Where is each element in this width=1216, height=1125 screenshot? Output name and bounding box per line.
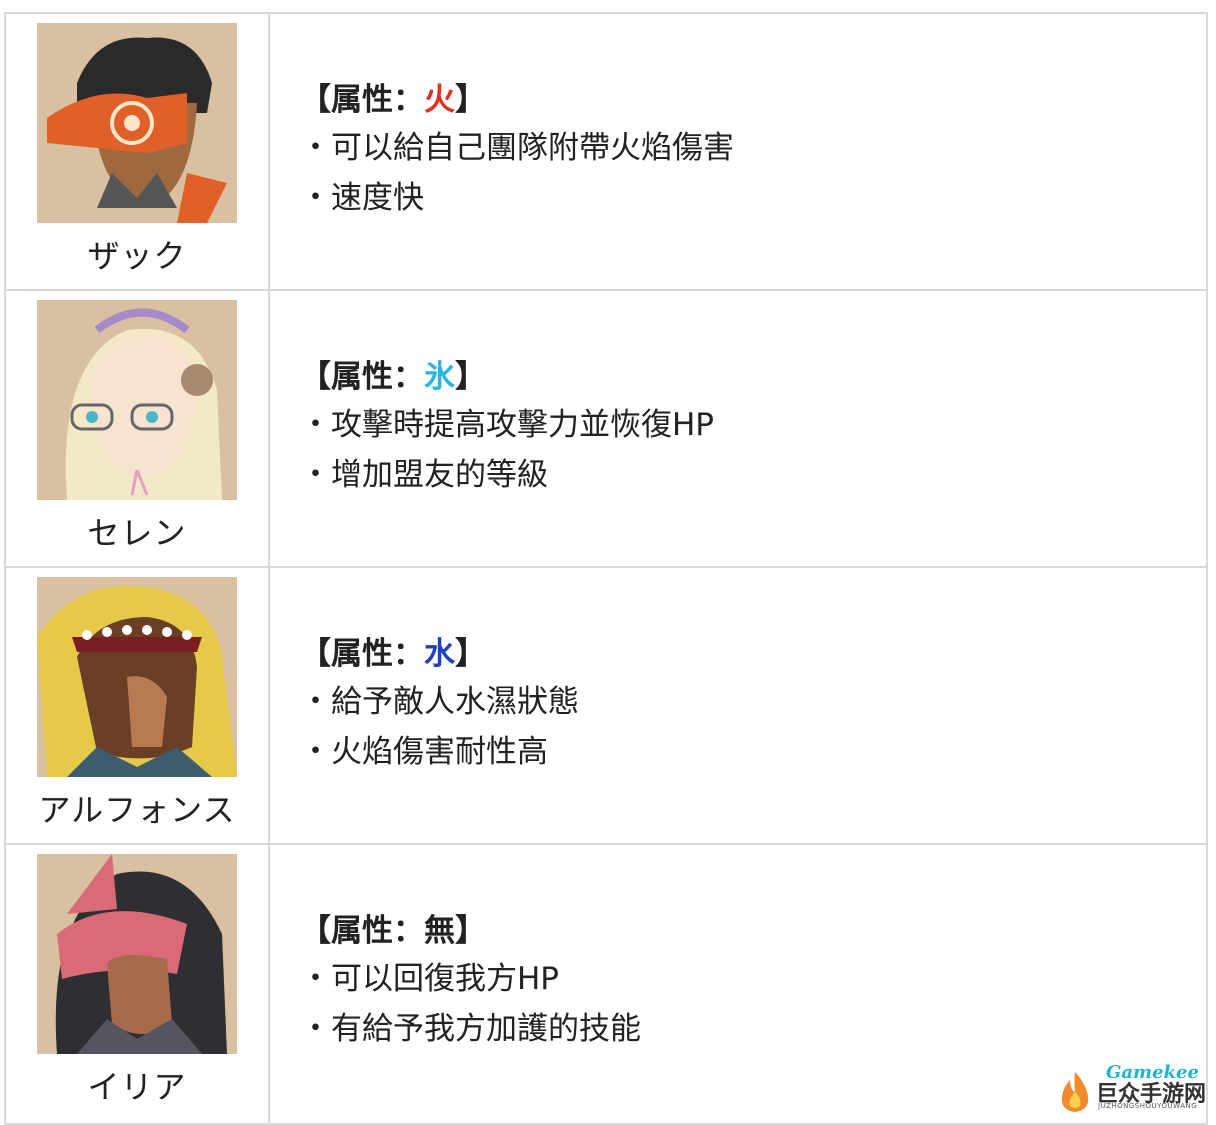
portrait-iria [37,854,237,1054]
site-watermark: Gamekee 巨众手游网 JUZHONGSHOUYOUWANG [1056,1062,1206,1114]
attribute-value: 無 [424,913,455,949]
attribute-label: 【属性： [300,82,424,118]
character-name: セレン [87,514,186,552]
attribute-label: 【属性： [300,359,424,395]
trait-item: ・攻擊時提高攻擊力並恢復HP [300,405,1206,445]
trait-item: ・增加盟友的等級 [300,455,1206,495]
character-cell: イリア [6,845,270,1123]
attribute-line: 【属性：無】 [300,911,1206,951]
description-cell: 【属性：氷】 ・攻擊時提高攻擊力並恢復HP ・增加盟友的等級 [270,291,1208,566]
character-name: ザック [87,237,186,275]
trait-item: ・速度快 [300,178,1206,218]
character-cell: セレン [6,291,270,566]
attribute-label: 【属性： [300,636,424,672]
trait-item: ・有給予我方加護的技能 [300,1009,1206,1049]
character-table: ザック 【属性：火】 ・可以給自己團隊附帶火焰傷害 ・速度快 [4,12,1208,1125]
character-cell: ザック [6,14,270,289]
table-row: セレン 【属性：氷】 ・攻擊時提高攻擊力並恢復HP ・增加盟友的等級 [6,291,1208,568]
attribute-bracket: 】 [455,636,486,672]
character-name: アルフォンス [38,791,235,829]
trait-item: ・可以給自己團隊附帶火焰傷害 [300,128,1206,168]
attribute-line: 【属性：火】 [300,80,1206,120]
description-cell: 【属性：火】 ・可以給自己團隊附帶火焰傷害 ・速度快 [270,14,1208,289]
character-name: イリア [87,1068,186,1106]
table-row: イリア 【属性：無】 ・可以回復我方HP ・有給予我方加護的技能 [6,845,1208,1125]
trait-item: ・給予敵人水濕狀態 [300,682,1206,722]
attribute-value: 氷 [424,359,455,395]
description-cell: 【属性：水】 ・給予敵人水濕狀態 ・火焰傷害耐性高 [270,568,1208,843]
watermark-site-pinyin: JUZHONGSHOUYOUWANG [1098,1102,1197,1110]
attribute-label: 【属性： [300,913,424,949]
character-cell: アルフォンス [6,568,270,843]
attribute-bracket: 】 [455,359,486,395]
trait-item: ・火焰傷害耐性高 [300,732,1206,772]
table-row: ザック 【属性：火】 ・可以給自己團隊附帶火焰傷害 ・速度快 [6,14,1208,291]
attribute-line: 【属性：氷】 [300,357,1206,397]
table-row: アルフォンス 【属性：水】 ・給予敵人水濕狀態 ・火焰傷害耐性高 [6,568,1208,845]
attribute-bracket: 】 [455,82,486,118]
attribute-line: 【属性：水】 [300,634,1206,674]
portrait-alphonse [37,577,237,777]
trait-item: ・可以回復我方HP [300,959,1206,999]
portrait-selen [37,300,237,500]
attribute-bracket: 】 [455,913,486,949]
attribute-value: 火 [424,82,455,118]
attribute-value: 水 [424,636,455,672]
flame-logo-icon [1056,1070,1094,1114]
portrait-zack [37,23,237,223]
